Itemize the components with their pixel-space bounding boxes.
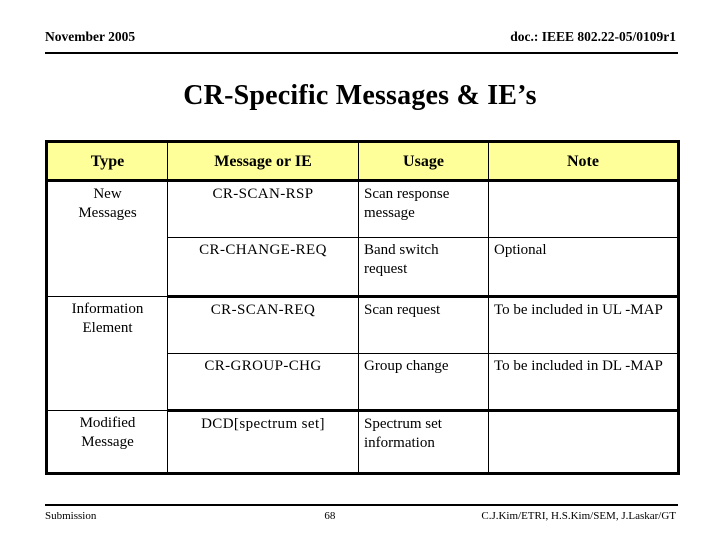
header-date: November 2005 (45, 29, 136, 44)
type-cell-information-element: Information Element (46, 296, 168, 411)
message-name: CR-GROUP-CHG (167, 353, 359, 412)
header-doc-number: doc.: IEEE 802.22-05/0109r1 (510, 29, 676, 44)
message-name: CR-SCAN-RSP (167, 180, 359, 238)
note-text (488, 410, 679, 474)
message-name: DCD[spectrum set] (167, 410, 359, 474)
type-label-line2: Message (81, 434, 134, 450)
type-label-line2: Messages (78, 205, 137, 221)
column-header-note: Note (488, 141, 679, 182)
slide-header: November 2005 doc.: IEEE 802.22-05/0109r… (45, 28, 678, 54)
slide-footer: Submission 68 C.J.Kim/ETRI, H.S.Kim/SEM,… (45, 504, 678, 523)
usage-text: Band switch request (358, 237, 489, 298)
note-text: Optional (488, 237, 679, 298)
type-label-line1: Information (71, 301, 144, 317)
message-name: CR-SCAN-REQ (167, 296, 359, 354)
cr-messages-table-wrapper: Type Message or IE Usage Note New Messag… (45, 140, 680, 475)
cr-messages-table: Type Message or IE Usage Note New Messag… (45, 140, 680, 475)
type-cell-new-messages: New Messages (46, 180, 168, 297)
table-row: New Messages CR-SCAN-RSP Scan response m… (46, 180, 679, 297)
note-text: To be included in UL -MAP (488, 296, 679, 354)
column-header-type: Type (46, 141, 168, 182)
usage-text: Scan response message (358, 180, 489, 238)
type-cell-modified-message: Modified Message (46, 410, 168, 474)
note-text (488, 180, 679, 238)
footer-page-number: 68 (324, 510, 336, 522)
footer-authors: C.J.Kim/ETRI, H.S.Kim/SEM, J.Laskar/GT (481, 510, 676, 522)
column-header-message: Message or IE (167, 141, 359, 182)
page-title: CR-Specific Messages & IE’s (183, 80, 537, 111)
usage-text: Scan request (358, 296, 489, 354)
type-label-line2: Element (82, 320, 133, 336)
table-header-row: Type Message or IE Usage Note (46, 141, 679, 182)
column-header-usage: Usage (358, 141, 489, 182)
type-label-line1: Modified (79, 415, 136, 431)
table-row: Information Element CR-SCAN-REQ Scan req… (46, 296, 679, 411)
note-text: To be included in DL -MAP (488, 353, 679, 412)
footer-submission: Submission (45, 510, 97, 522)
usage-text: Group change (358, 353, 489, 412)
usage-text: Spectrum set information (358, 410, 489, 474)
table-row: Modified Message DCD[spectrum set] Spect… (46, 410, 679, 474)
message-name: CR-CHANGE-REQ (167, 237, 359, 298)
type-label-line1: New (93, 186, 122, 202)
